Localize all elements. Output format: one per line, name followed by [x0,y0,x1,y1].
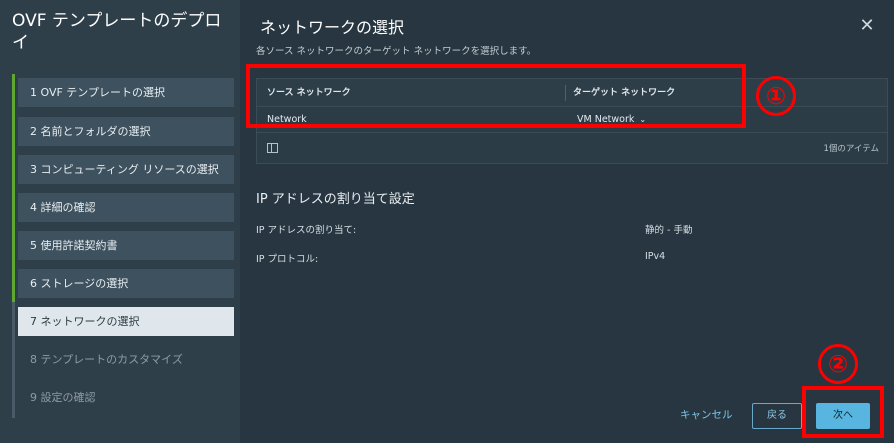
ip-protocol-value: IPv4 [645,251,666,262]
page-title: ネットワークの選択 [260,18,405,37]
annotation-marker-1: ① [756,76,796,116]
grid-footer: 1個のアイテム [257,137,887,161]
back-button[interactable]: 戻る [752,403,802,429]
annotation-box-1 [246,64,746,128]
item-count: 1個のアイテム [823,144,879,154]
step-9-ready-to-complete: 9 設定の確認 [30,391,96,404]
progress-track-completed [12,74,15,302]
step-7-network[interactable]: 7 ネットワークの選択 [18,307,234,336]
step-6-storage[interactable]: 6 ストレージの選択 [18,269,234,298]
step-1-ovf-template[interactable]: 1 OVF テンプレートの選択 [18,78,234,107]
progress-track-pending [12,302,15,418]
page-subtitle: 各ソース ネットワークのターゲット ネットワークを選択します。 [256,46,537,57]
step-8-customize-template: 8 テンプレートのカスタマイズ [30,353,183,366]
column-toggle-icon[interactable] [267,143,278,153]
annotation-marker-2: ② [818,344,858,384]
wizard-sidebar: OVF テンプレートのデプロイ 1 OVF テンプレートの選択 2 名前とフォル… [0,0,240,443]
step-5-license-agreement[interactable]: 5 使用許諾契約書 [18,231,234,260]
ip-allocation-value: 静的 - 手動 [645,225,693,236]
ip-allocation-heading: IP アドレスの割り当て設定 [256,192,415,207]
wizard-title: OVF テンプレートのデプロイ [12,11,222,53]
cancel-button[interactable]: キャンセル [680,407,733,422]
ip-allocation-label: IP アドレスの割り当て: [256,225,357,236]
annotation-box-2 [802,386,884,438]
close-icon[interactable]: ✕ [855,14,879,38]
ip-protocol-label: IP プロトコル: [256,254,319,265]
step-3-compute-resource[interactable]: 3 コンピューティング リソースの選択 [18,155,234,184]
step-2-name-folder[interactable]: 2 名前とフォルダの選択 [18,117,234,146]
step-4-review-details[interactable]: 4 詳細の確認 [18,193,234,222]
